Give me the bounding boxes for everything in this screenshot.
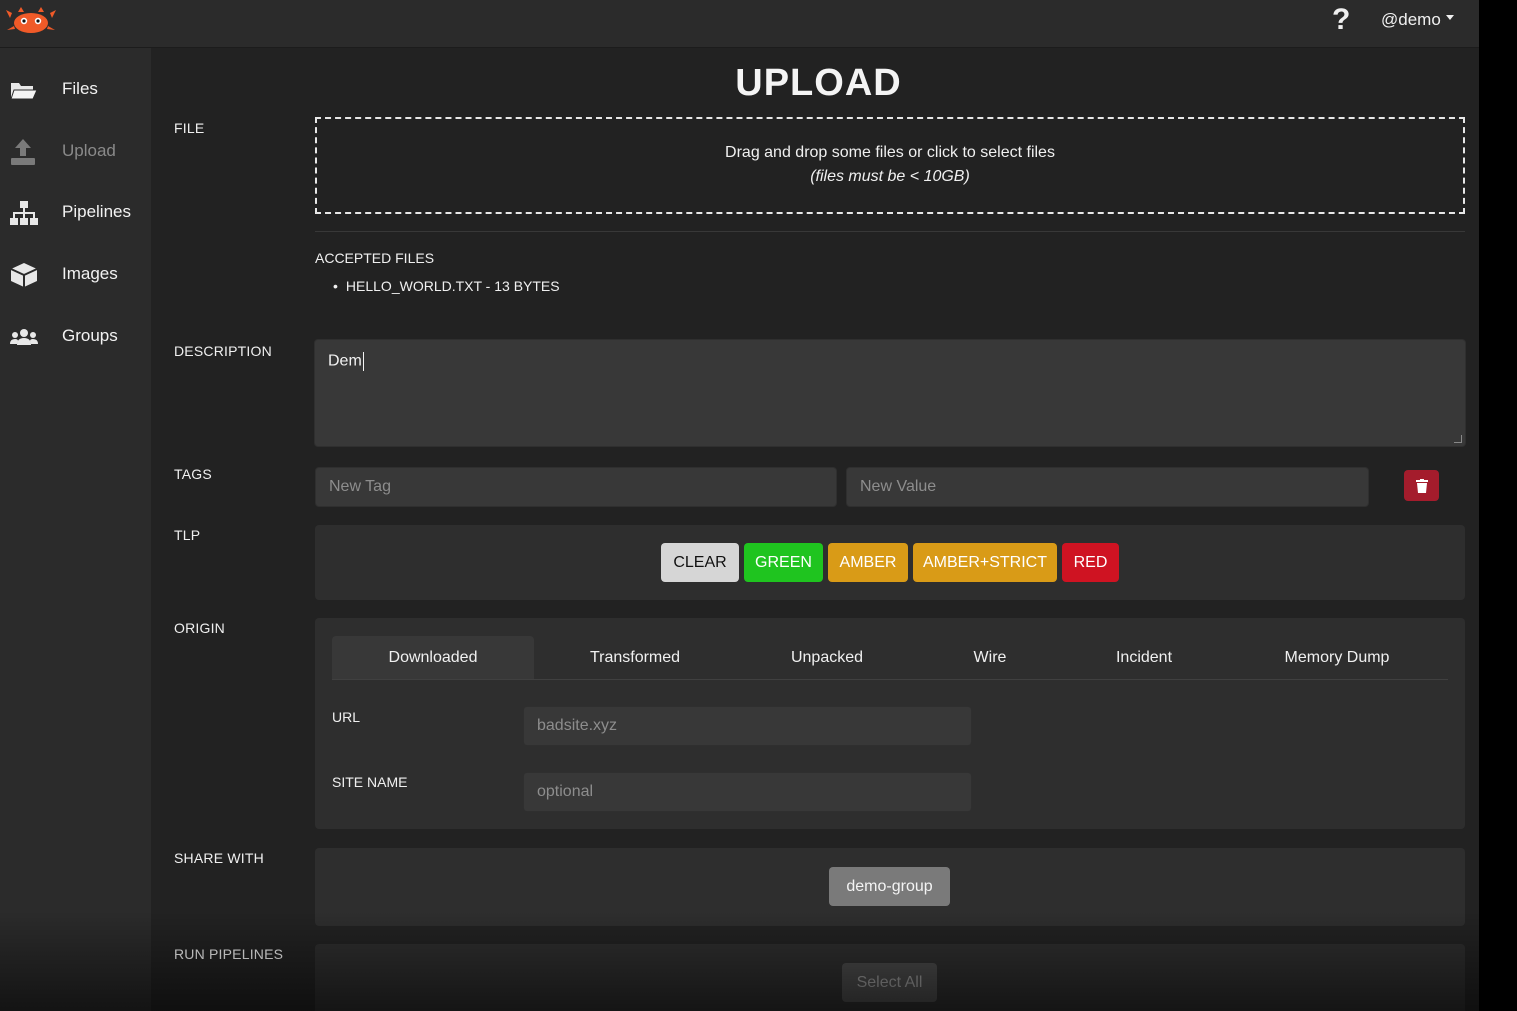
tab-wire[interactable]: Wire (920, 636, 1060, 679)
sidebar-item-files[interactable]: Files (0, 64, 151, 114)
site-name-input[interactable]: optional (523, 772, 972, 812)
tab-label: Downloaded (388, 648, 478, 666)
new-value-placeholder: New Value (860, 478, 937, 495)
tab-label: Unpacked (790, 648, 864, 666)
window-edge (1479, 0, 1517, 1011)
tabs-underline (332, 679, 1448, 680)
run-pipelines-label: RUN PIPELINES (174, 946, 284, 962)
url-label: URL (332, 709, 361, 725)
dropzone-size-limit: (files must be < 10GB) (810, 168, 970, 185)
tab-unpacked[interactable]: Unpacked (740, 636, 914, 679)
url-input[interactable]: badsite.xyz (523, 706, 972, 746)
tlp-red-button[interactable]: RED (1062, 543, 1119, 582)
divider (315, 231, 1465, 232)
help-icon[interactable]: ? (1332, 3, 1350, 37)
select-all-label: Select All (856, 973, 923, 991)
tab-memory-dump[interactable]: Memory Dump (1230, 636, 1444, 679)
sidebar-item-images[interactable]: Images (0, 249, 151, 299)
upload-icon (11, 139, 35, 165)
sidebar-item-label: Upload (62, 141, 116, 160)
sidebar-item-label: Pipelines (62, 202, 131, 221)
tlp-button-label: AMBER+STRICT (922, 553, 1047, 571)
dropzone-instructions: Drag and drop some files or click to sel… (725, 144, 1055, 161)
tlp-button-label: CLEAR (673, 553, 727, 571)
accepted-files-title: ACCEPTED FILES (315, 250, 435, 266)
sidebar: Files Upload Pipelines Images Groups (0, 48, 151, 1011)
sidebar-item-label: Files (62, 79, 98, 98)
tlp-label: TLP (174, 527, 201, 543)
sidebar-item-upload[interactable]: Upload (0, 126, 151, 176)
folder-open-icon (10, 83, 38, 100)
resize-handle-icon[interactable] (1454, 435, 1462, 443)
tab-label: Transformed (589, 648, 681, 666)
tlp-amber-strict-button[interactable]: AMBER+STRICT (913, 543, 1057, 582)
new-value-input[interactable]: New Value (846, 467, 1369, 507)
user-menu-label: @demo (1381, 10, 1441, 29)
text-cursor (362, 352, 364, 371)
tab-label: Wire (973, 648, 1007, 666)
tab-downloaded[interactable]: Downloaded (332, 636, 534, 679)
tab-label: Incident (1115, 648, 1173, 666)
tlp-button-label: GREEN (755, 553, 812, 571)
top-bar: ? @demo (0, 0, 1479, 48)
group-demo-group-button[interactable]: demo-group (829, 867, 950, 906)
tab-label: Memory Dump (1284, 648, 1390, 666)
cube-icon (10, 263, 38, 287)
file-label: FILE (174, 120, 205, 136)
crab-logo-icon[interactable] (4, 4, 58, 36)
caret-down-icon (1445, 15, 1454, 21)
tlp-clear-button[interactable]: CLEAR (661, 543, 739, 582)
sitemap-icon (10, 201, 38, 225)
new-tag-placeholder: New Tag (329, 478, 391, 495)
tlp-button-label: AMBER (839, 553, 897, 571)
share-with-label: SHARE WITH (174, 850, 264, 866)
trash-icon (1415, 478, 1428, 493)
description-label: DESCRIPTION (174, 343, 272, 359)
site-name-label: SITE NAME (332, 774, 408, 790)
origin-label: ORIGIN (174, 620, 225, 636)
description-value: Dem (328, 352, 362, 370)
sidebar-item-label: Groups (62, 326, 118, 345)
tlp-green-button[interactable]: GREEN (744, 543, 823, 582)
delete-tag-button[interactable] (1404, 470, 1439, 501)
select-all-pipelines-button[interactable]: Select All (842, 963, 937, 1002)
app-window: ? @demo Files Upload Pipelines Images Gr… (0, 0, 1479, 1011)
tlp-button-label: RED (1073, 553, 1108, 571)
user-menu[interactable]: @demo (1381, 10, 1454, 30)
new-tag-input[interactable]: New Tag (315, 467, 837, 507)
group-label: demo-group (846, 877, 933, 895)
sidebar-item-label: Images (62, 264, 118, 283)
site-name-placeholder: optional (537, 783, 594, 800)
file-dropzone[interactable]: Drag and drop some files or click to sel… (315, 117, 1465, 214)
tab-incident[interactable]: Incident (1064, 636, 1224, 679)
tab-transformed[interactable]: Transformed (540, 636, 730, 679)
tags-label: TAGS (174, 466, 212, 482)
sidebar-item-pipelines[interactable]: Pipelines (0, 187, 151, 237)
accepted-file-name: HELLO_WORLD.TXT - 13 BYTES (345, 278, 560, 294)
tlp-amber-button[interactable]: AMBER (828, 543, 908, 582)
sidebar-item-groups[interactable]: Groups (0, 311, 151, 361)
url-placeholder: badsite.xyz (537, 717, 618, 734)
description-textarea[interactable]: Dem (314, 339, 1466, 447)
page-title: UPLOAD (735, 62, 902, 104)
users-icon (10, 329, 38, 345)
accepted-file-item: • HELLO_WORLD.TXT - 13 BYTES (333, 278, 560, 294)
